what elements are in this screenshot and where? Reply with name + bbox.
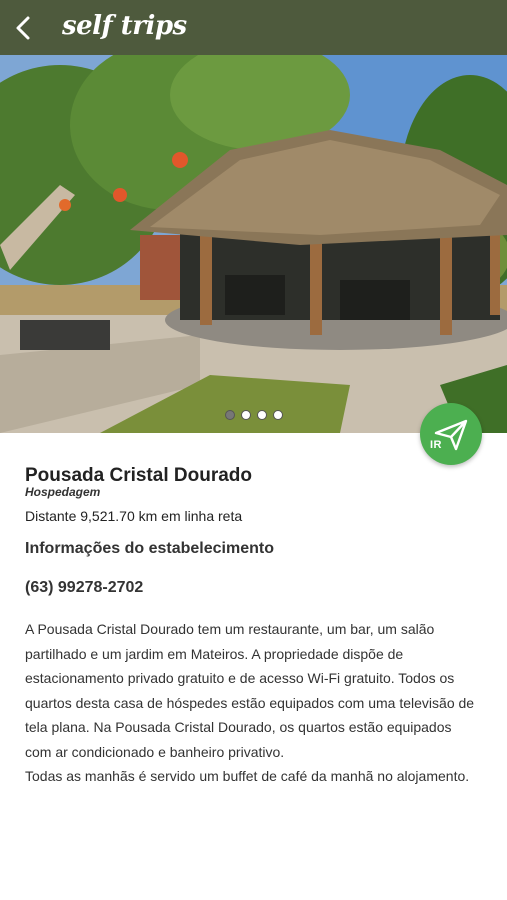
place-distance: Distante 9,521.70 km em linha reta (25, 508, 243, 524)
go-button-label: IR (430, 439, 442, 451)
top-app-bar: self trips (0, 0, 507, 55)
pagination-dot-2[interactable] (240, 410, 251, 420)
place-category: Hospedagem (25, 485, 101, 499)
place-description: A Pousada Cristal Dourado tem um restaur… (25, 621, 475, 784)
info-section-title: Informações do estabelecimento (25, 540, 274, 557)
pagination-dot-4[interactable] (272, 410, 283, 420)
go-button[interactable]: IR (420, 403, 482, 465)
photo-gallery[interactable] (0, 55, 507, 433)
phone-number[interactable]: (63) 99278-2702 (25, 579, 480, 597)
pagination-dot-1[interactable] (224, 410, 235, 420)
place-details: Pousada Cristal Dourado Hospedagem Dista… (25, 464, 480, 789)
venue-photo (0, 55, 507, 433)
pagination-dot-3[interactable] (256, 410, 267, 420)
chevron-left-icon (16, 16, 30, 40)
paper-plane-icon (434, 419, 468, 451)
app-logo: self trips (62, 11, 187, 41)
back-button[interactable] (8, 12, 40, 44)
